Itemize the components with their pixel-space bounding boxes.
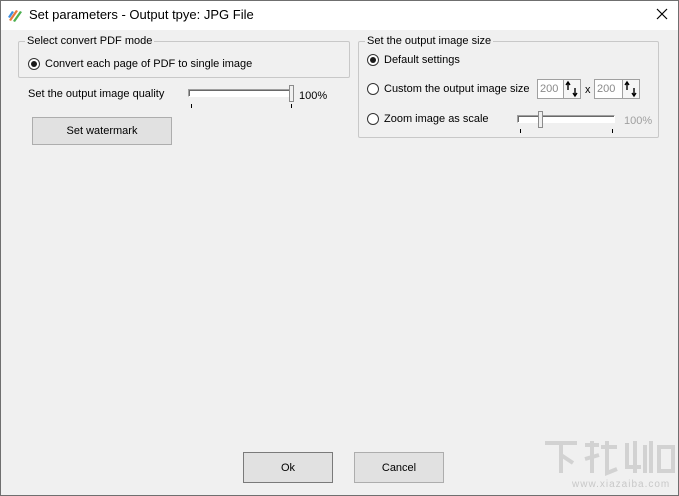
width-value: 200 <box>540 83 559 95</box>
convert-mode-legend: Select convert PDF mode <box>25 35 155 48</box>
quality-value: 100% <box>299 90 328 102</box>
output-size-legend: Set the output image size <box>365 35 494 48</box>
quality-label: Set the output image quality <box>28 88 165 100</box>
zoom-scale-radio[interactable] <box>367 113 379 125</box>
close-button[interactable] <box>645 1 678 30</box>
quality-slider[interactable] <box>188 89 294 97</box>
set-watermark-button[interactable]: Set watermark <box>32 117 172 145</box>
zoom-slider-thumb[interactable] <box>538 111 543 128</box>
window-title: Set parameters - Output tpye: JPG File <box>29 7 254 22</box>
zoom-tick-min <box>520 129 521 133</box>
height-spin-button[interactable] <box>622 79 640 99</box>
cancel-label: Cancel <box>381 461 417 474</box>
convert-each-page-radio[interactable] <box>28 58 40 70</box>
default-settings-radio[interactable] <box>367 54 379 66</box>
width-spin-button[interactable] <box>563 79 581 99</box>
spin-arrows-icon <box>623 80 639 101</box>
cancel-button[interactable]: Cancel <box>354 452 444 483</box>
custom-size-label: Custom the output image size <box>384 83 530 95</box>
watermark-url: www.xiazaiba.com <box>572 479 671 490</box>
zoom-tick-max <box>612 129 613 133</box>
size-separator: x <box>585 84 591 96</box>
custom-size-radio[interactable] <box>367 83 379 95</box>
zoom-slider[interactable] <box>517 115 615 123</box>
convert-each-page-label: Convert each page of PDF to single image <box>45 58 253 70</box>
height-value: 200 <box>597 83 616 95</box>
spin-arrows-icon <box>564 80 580 101</box>
zoom-scale-label: Zoom image as scale <box>384 113 489 125</box>
set-parameters-dialog: Set parameters - Output tpye: JPG File S… <box>0 0 679 496</box>
quality-tick-max <box>291 104 292 108</box>
quality-slider-thumb[interactable] <box>289 85 294 102</box>
default-settings-label: Default settings <box>384 54 460 66</box>
app-icon <box>7 7 23 23</box>
set-watermark-label: Set watermark <box>66 125 138 137</box>
ok-button[interactable]: Ok <box>243 452 333 483</box>
zoom-value: 100% <box>624 115 653 127</box>
quality-tick-min <box>191 104 192 108</box>
title-bar: Set parameters - Output tpye: JPG File <box>1 1 678 30</box>
ok-label: Ok <box>280 461 296 474</box>
close-icon <box>656 8 668 23</box>
